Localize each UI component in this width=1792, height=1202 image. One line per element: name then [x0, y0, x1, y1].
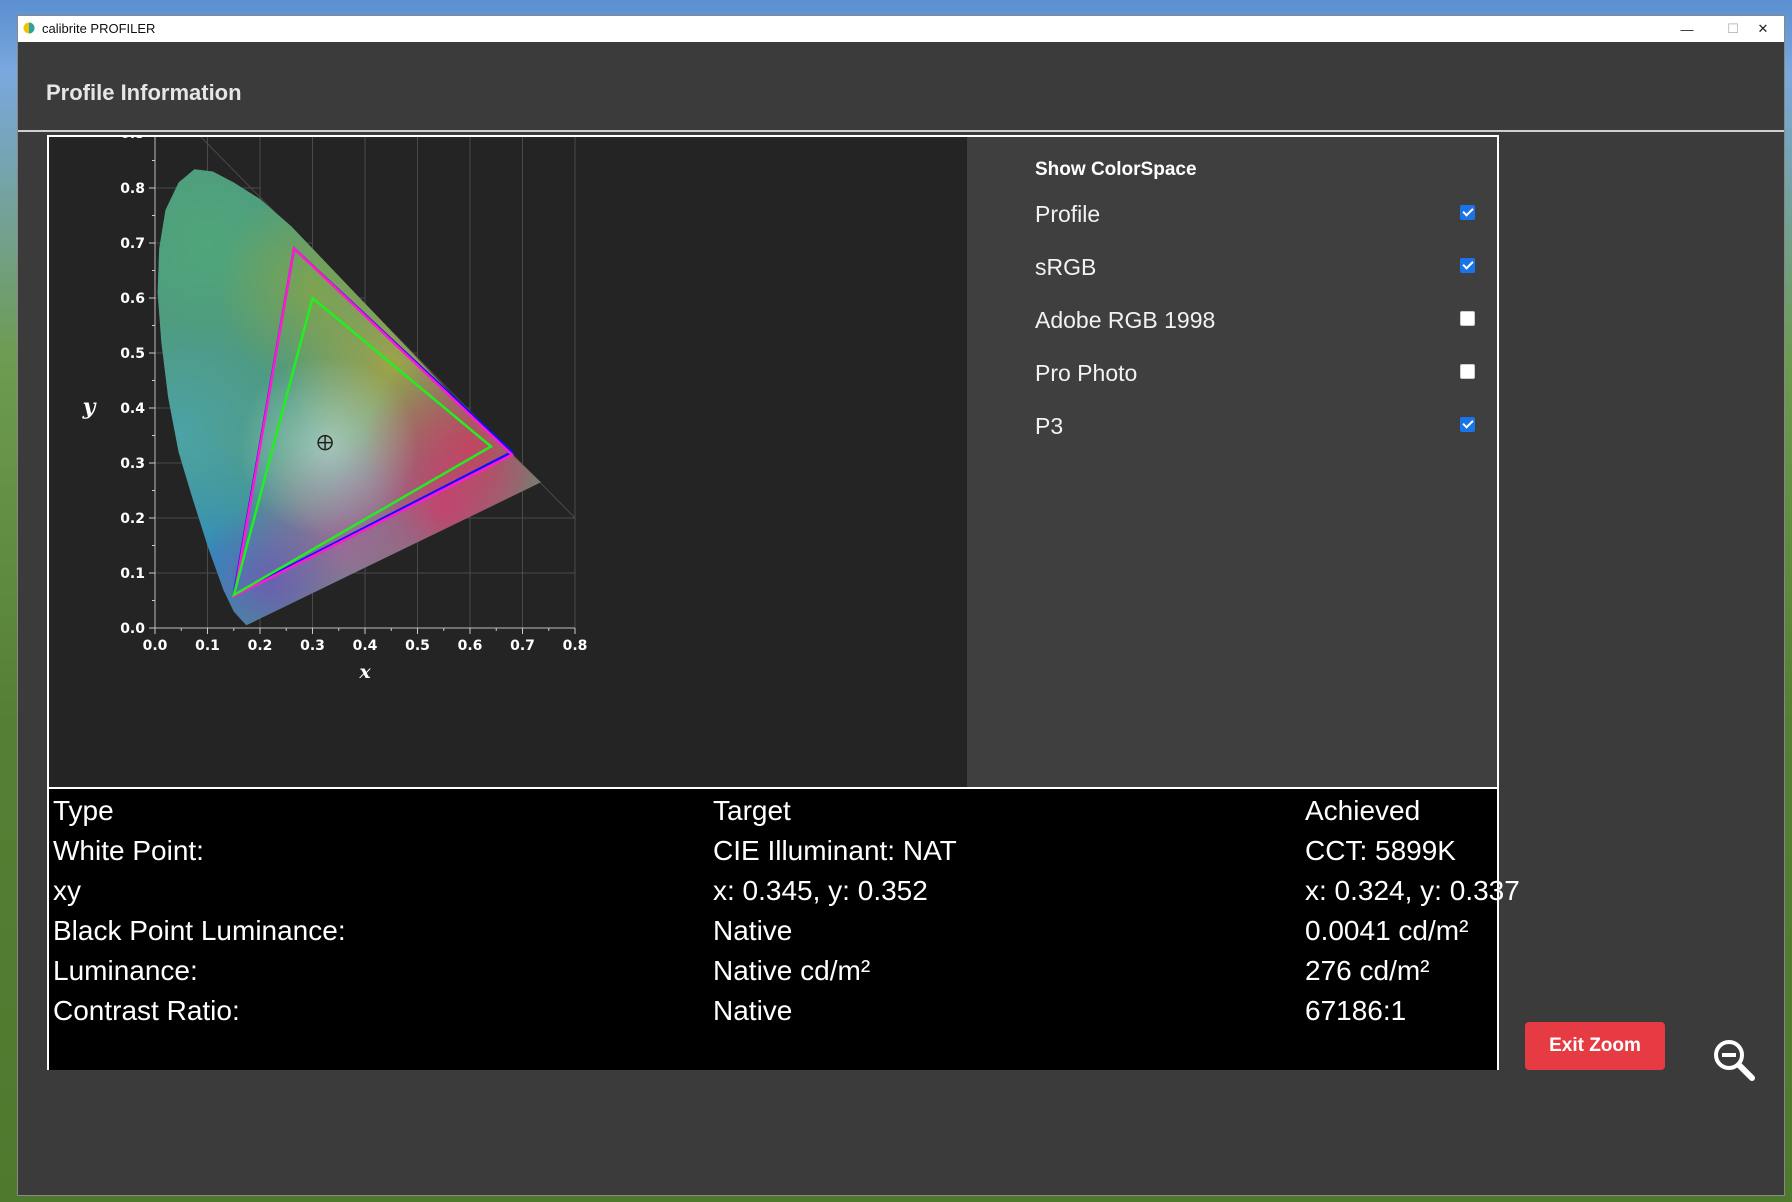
colorspace-option-profile[interactable]: Profile — [1035, 199, 1475, 229]
y-tick-label: 0.6 — [120, 291, 145, 307]
row-type: xy — [53, 875, 81, 906]
y-tick-label: 0.3 — [120, 456, 145, 472]
row-achieved: x: 0.324, y: 0.337 — [1305, 875, 1520, 906]
table-row: Contrast Ratio: Native 67186:1 — [49, 995, 1497, 1039]
colorspace-title: Show ColorSpace — [1035, 159, 1197, 180]
y-tick-label: 0.0 — [120, 621, 145, 637]
x-tick-label: 0.6 — [458, 638, 483, 654]
x-tick-label: 0.2 — [248, 638, 273, 654]
row-achieved: CCT: 5899K — [1305, 835, 1456, 866]
row-achieved: 276 cd/m² — [1305, 955, 1430, 986]
y-tick-label: 0.4 — [120, 401, 145, 417]
option-label: Adobe RGB 1998 — [1035, 307, 1216, 333]
cie-diagram: 0.0 0.1 0.2 0.3 0.4 0.5 0.6 0.7 0.8 0.0 0.1 0.2 0.3… — [82, 126, 588, 683]
row-type: Contrast Ratio: — [53, 995, 240, 1026]
table-row: Black Point Luminance: Native 0.0041 cd/… — [49, 915, 1497, 959]
header-type: Type — [53, 795, 114, 826]
header: Profile Information — [18, 42, 1784, 132]
p3-checkbox[interactable] — [1460, 417, 1475, 432]
colorspace-option-adobe-rgb[interactable]: Adobe RGB 1998 — [1035, 305, 1475, 335]
table-row: xy x: 0.345, y: 0.352 x: 0.324, y: 0.337 — [49, 875, 1520, 919]
colorspace-option-pro-photo[interactable]: Pro Photo — [1035, 358, 1475, 388]
colorspace-option-p3[interactable]: P3 — [1035, 411, 1475, 441]
table-row: White Point: CIE Illuminant: NAT CCT: 58… — [49, 835, 1497, 879]
option-label: Pro Photo — [1035, 360, 1138, 386]
x-tick-label: 0.5 — [405, 638, 430, 654]
row-target: Native — [713, 915, 793, 946]
profile-info-table: Type Target Achieved White Point: CIE Il… — [49, 787, 1520, 1070]
row-target: Native cd/m² — [713, 955, 871, 986]
colorspace-option-srgb[interactable]: sRGB — [1035, 252, 1475, 282]
white-point-marker — [317, 434, 333, 451]
exit-zoom-button[interactable]: Exit Zoom — [1525, 1022, 1665, 1070]
close-button[interactable]: ✕ — [1740, 16, 1786, 42]
option-label: sRGB — [1035, 254, 1097, 280]
x-tick-label: 0.1 — [195, 638, 220, 654]
x-tick-label: 0.7 — [510, 638, 535, 654]
profile-checkbox[interactable] — [1460, 205, 1475, 220]
header-achieved: Achieved — [1305, 795, 1421, 826]
title-bar: calibrite PROFILER — ☐ ✕ — [18, 16, 1784, 42]
y-tick-label: 0.8 — [120, 181, 145, 197]
y-tick-label: 0.5 — [120, 346, 145, 362]
adobe-rgb-checkbox[interactable] — [1460, 311, 1475, 326]
y-tick-label: 0.2 — [120, 511, 145, 527]
y-tick-label: 0.9 — [120, 137, 145, 142]
pro-photo-checkbox[interactable] — [1460, 364, 1475, 379]
window-title: calibrite PROFILER — [42, 21, 156, 36]
row-target: x: 0.345, y: 0.352 — [713, 875, 928, 906]
zoom-out-icon[interactable] — [1712, 1038, 1756, 1082]
option-label: Profile — [1035, 201, 1101, 227]
header-target: Target — [713, 795, 791, 826]
colorspace-panel: Show ColorSpace Profile sRGB Adobe RGB 1… — [967, 137, 1497, 787]
row-target: CIE Illuminant: NAT — [713, 835, 957, 866]
table-row: Luminance: Native cd/m² 276 cd/m² — [49, 955, 1497, 999]
spectral-locus — [157, 169, 541, 626]
row-achieved: 67186:1 — [1305, 995, 1407, 1026]
row-type: White Point: — [53, 835, 204, 866]
app-window: calibrite PROFILER — ☐ ✕ Profile Informa… — [17, 15, 1785, 1196]
row-achieved: 0.0041 cd/m² — [1305, 915, 1469, 946]
row-target: Native — [713, 995, 793, 1026]
calibrite-icon — [23, 22, 35, 34]
y-tick-label: 0.1 — [120, 566, 145, 582]
x-axis-label: x — [358, 661, 371, 683]
row-type: Black Point Luminance: — [53, 915, 346, 946]
x-tick-label: 0.3 — [300, 638, 325, 654]
y-tick-labels: 0.0 0.1 0.2 0.3 0.4 0.5 0.6 0.7 0.8 0.9 — [120, 126, 145, 637]
profile-panel: 0.0 0.1 0.2 0.3 0.4 0.5 0.6 0.7 0.8 0.0 0.1 0.2 0.3… — [47, 126, 1520, 1070]
chromaticity-chart: 0.0 0.1 0.2 0.3 0.4 0.5 0.6 0.7 0.8 0.0 0.1 0.2 0.3… — [49, 126, 967, 787]
y-tick-label: 0.7 — [120, 236, 145, 252]
page-title: Profile Information — [46, 80, 242, 105]
option-label: P3 — [1035, 413, 1064, 439]
row-type: Luminance: — [53, 955, 198, 986]
minimize-button[interactable]: — — [1664, 16, 1710, 42]
x-tick-labels: 0.0 0.1 0.2 0.3 0.4 0.5 0.6 0.7 0.8 — [143, 638, 588, 654]
srgb-checkbox[interactable] — [1460, 258, 1475, 273]
table-header-row: Type Target Achieved — [49, 795, 1497, 839]
x-tick-label: 0.8 — [563, 638, 588, 654]
x-tick-label: 0.0 — [143, 638, 168, 654]
x-tick-label: 0.4 — [353, 638, 378, 654]
y-axis-label: y — [82, 394, 98, 420]
